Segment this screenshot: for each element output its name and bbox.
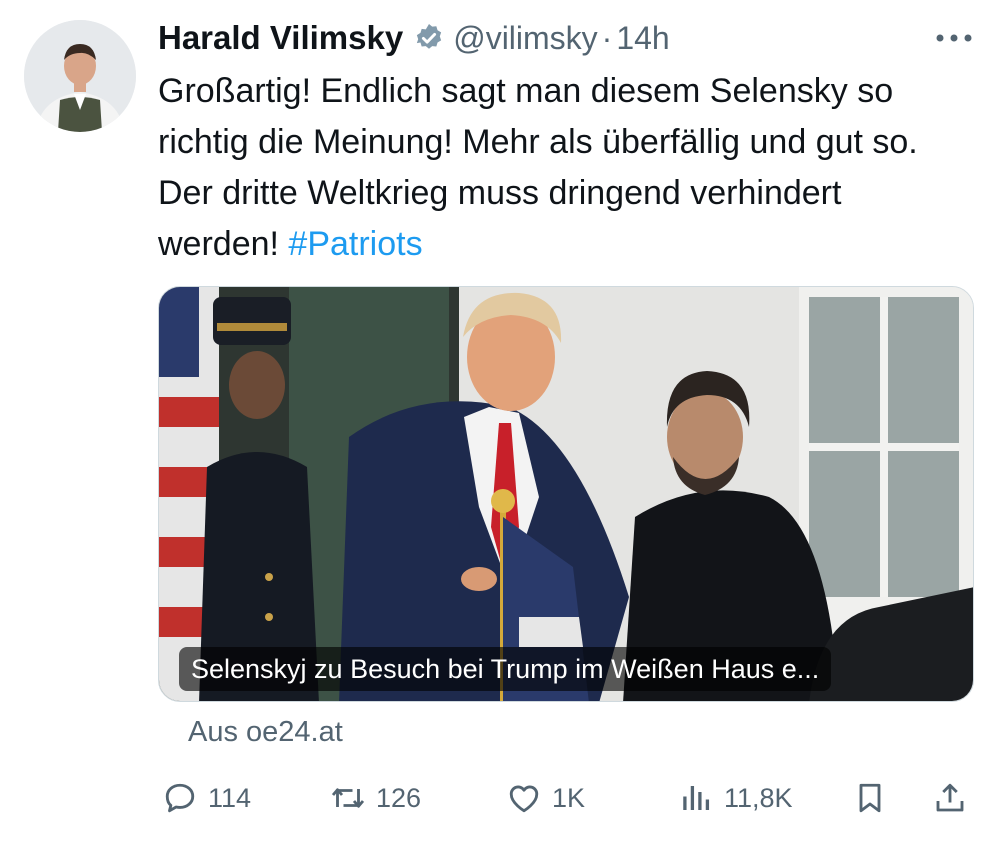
reply-count: 114 (208, 782, 252, 813)
more-icon[interactable] (934, 30, 974, 46)
hashtag-link[interactable]: #Patriots (288, 225, 422, 263)
tweet-text: Großartig! Endlich sagt man diesem Selen… (158, 66, 968, 270)
views-icon (683, 786, 710, 810)
repost-button[interactable]: 126 (330, 776, 421, 820)
reply-icon (165, 783, 195, 813)
media-card[interactable]: Selenskyj zu Besuch bei Trump im Weißen … (158, 286, 974, 702)
like-count: 1K (552, 782, 586, 813)
link-source[interactable]: Aus oe24.at (188, 716, 343, 749)
news-photo (159, 287, 973, 701)
repost-icon (331, 788, 365, 808)
verified-badge-icon (417, 24, 442, 49)
like-icon (509, 785, 539, 813)
action-bar: 114 126 1K 11,8K (158, 776, 974, 820)
views-button[interactable]: 11,8K (678, 776, 793, 820)
reply-button[interactable]: 114 (162, 776, 251, 820)
share-icon (936, 783, 964, 812)
tweet-body: Großartig! Endlich sagt man diesem Selen… (158, 72, 918, 263)
share-button[interactable] (932, 776, 968, 820)
author-handle[interactable]: @vilimsky (453, 20, 597, 57)
author-name[interactable]: Harald Vilimsky (158, 19, 403, 57)
timestamp[interactable]: 14h (616, 20, 669, 57)
separator-dot: · (601, 19, 613, 56)
media-caption: Selenskyj zu Besuch bei Trump im Weißen … (179, 647, 832, 691)
author-avatar[interactable] (24, 20, 136, 132)
like-button[interactable]: 1K (506, 776, 585, 820)
bookmark-button[interactable] (852, 776, 888, 820)
repost-count: 126 (376, 782, 422, 813)
avatar-image (24, 20, 136, 132)
bookmark-icon (859, 783, 881, 813)
view-count: 11,8K (724, 782, 793, 813)
tweet-header: Harald Vilimsky @vilimsky · 14h (158, 16, 670, 60)
